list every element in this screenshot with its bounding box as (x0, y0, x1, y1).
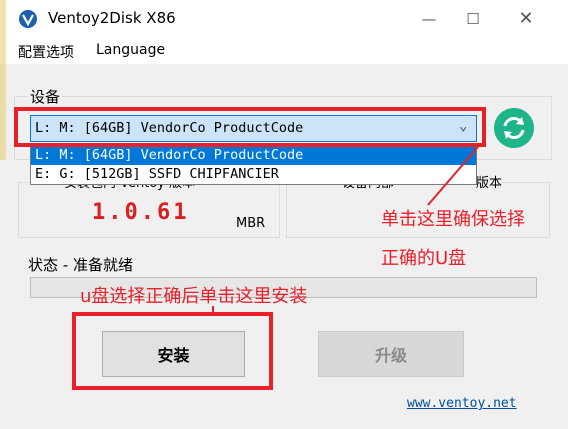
minimize-button[interactable]: — (406, 0, 452, 38)
status-label: 状态 - 准备就绪 (28, 256, 133, 274)
website-link[interactable]: www.ventoy.net (407, 396, 517, 411)
close-button[interactable]: ✕ (503, 0, 549, 38)
background-window-edge (0, 0, 6, 160)
ventoy-logo-icon (19, 10, 37, 28)
annotation-box-install (72, 312, 273, 390)
package-version-value: 1.0.61 (92, 200, 190, 225)
menu-item-options[interactable]: 配置选项 (18, 42, 74, 62)
annotation-text-install: u盘选择正确后单击这里安装 (80, 286, 308, 307)
upgrade-button: 升级 (318, 331, 464, 377)
device-option[interactable]: L: M: [64GB] VendorCo ProductCode (31, 146, 476, 165)
annotation-box-device-select (14, 107, 486, 147)
annotation-text-select-line2: 正确的U盘 (381, 248, 467, 269)
annotation-text-select-line1: 单击这里确保选择 (381, 209, 525, 230)
device-option[interactable]: E: G: [512GB] SSFD CHIPFANCIER (31, 165, 476, 184)
title-bar: Ventoy2Disk X86 — ☐ ✕ (0, 0, 568, 38)
menu-item-language[interactable]: Language (96, 42, 165, 58)
refresh-icon[interactable] (494, 108, 534, 148)
menu-bar: 配置选项 Language (0, 38, 568, 64)
window-title: Ventoy2Disk X86 (48, 9, 176, 27)
device-version-heading-suffix: 版本 (476, 172, 503, 191)
maximize-button[interactable]: ☐ (450, 0, 496, 38)
device-label: 设备 (28, 86, 63, 107)
partition-style-value: MBR (236, 216, 266, 231)
device-dropdown-list: L: M: [64GB] VendorCo ProductCode E: G: … (30, 145, 477, 185)
